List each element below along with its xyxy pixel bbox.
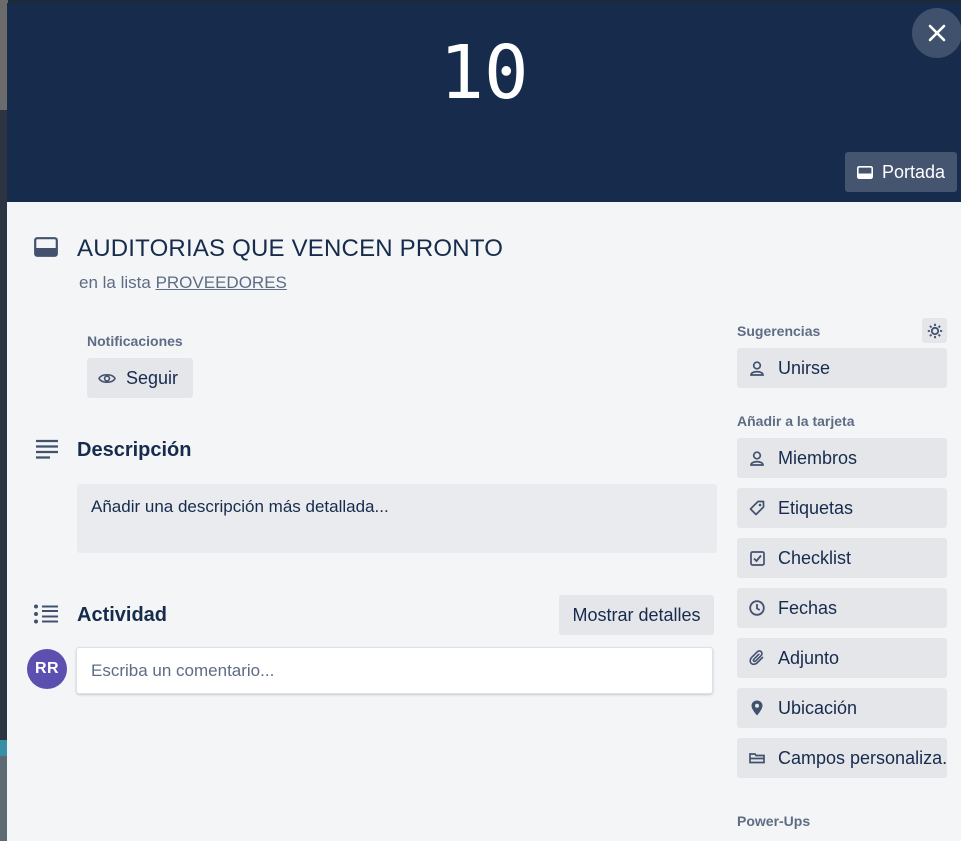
description-heading: Descripción bbox=[77, 439, 192, 461]
list-link[interactable]: PROVEEDORES bbox=[156, 273, 287, 292]
description-placeholder: Añadir una descripción más detallada... bbox=[91, 497, 389, 516]
labels-label: Etiquetas bbox=[778, 497, 854, 518]
custom-fields-button[interactable]: Campos personaliza... bbox=[737, 738, 947, 778]
custom-fields-icon bbox=[749, 752, 765, 764]
attachment-label: Adjunto bbox=[778, 647, 840, 668]
card-icon bbox=[34, 237, 58, 257]
labels-button[interactable]: Etiquetas bbox=[737, 488, 947, 528]
attachment-button[interactable]: Adjunto bbox=[737, 638, 947, 678]
join-button[interactable]: Unirse bbox=[737, 348, 947, 388]
paperclip-icon bbox=[749, 650, 765, 666]
close-icon bbox=[928, 24, 946, 42]
members-button[interactable]: Miembros bbox=[737, 438, 947, 478]
close-button[interactable] bbox=[912, 8, 961, 58]
join-button-label: Unirse bbox=[778, 357, 831, 378]
avatar[interactable]: RR bbox=[27, 649, 67, 689]
checklist-button[interactable]: Checklist bbox=[737, 538, 947, 578]
gear-icon bbox=[927, 323, 943, 339]
cover-button[interactable]: Portada bbox=[845, 152, 957, 192]
cover-button-label: Portada bbox=[882, 161, 946, 182]
clock-icon bbox=[749, 600, 765, 616]
suggestions-settings-button[interactable] bbox=[922, 318, 947, 343]
follow-button-label: Seguir bbox=[126, 367, 179, 388]
location-label: Ubicación bbox=[778, 697, 858, 718]
description-icon bbox=[35, 439, 59, 459]
checklist-label: Checklist bbox=[778, 547, 852, 568]
follow-button[interactable]: Seguir bbox=[87, 358, 193, 398]
tag-icon bbox=[749, 500, 765, 516]
description-editor[interactable]: Añadir una descripción más detallada... bbox=[77, 484, 717, 553]
card-icon bbox=[857, 165, 882, 179]
notifications-label: Notificaciones bbox=[87, 333, 183, 349]
location-pin-icon bbox=[749, 700, 765, 716]
person-icon bbox=[749, 450, 765, 466]
person-icon bbox=[749, 360, 765, 376]
list-prefix: en la lista bbox=[79, 273, 151, 292]
dates-label: Fechas bbox=[778, 597, 838, 618]
card-title[interactable]: AUDITORIAS QUE VENCEN PRONTO bbox=[77, 235, 503, 263]
add-to-card-label: Añadir a la tarjeta bbox=[737, 413, 855, 429]
card-cover: 10 Portada bbox=[7, 3, 961, 202]
custom-fields-label: Campos personaliza... bbox=[778, 747, 947, 768]
checkbox-icon bbox=[749, 550, 765, 566]
members-label: Miembros bbox=[778, 447, 858, 468]
list-reference: en la lista PROVEEDORES bbox=[79, 273, 287, 293]
card-detail-modal: 10 Portada AUDITORIAS QUE VENCEN PRONTO … bbox=[7, 3, 961, 841]
comment-input[interactable] bbox=[76, 647, 713, 694]
activity-icon bbox=[33, 604, 59, 624]
show-details-button[interactable]: Mostrar detalles bbox=[559, 595, 714, 635]
eye-icon bbox=[98, 372, 126, 385]
activity-heading: Actividad bbox=[77, 604, 168, 626]
dates-button[interactable]: Fechas bbox=[737, 588, 947, 628]
cover-text: 10 bbox=[439, 30, 529, 116]
powerups-label: Power-Ups bbox=[737, 813, 811, 829]
location-button[interactable]: Ubicación bbox=[737, 688, 947, 728]
suggestions-label: Sugerencias bbox=[737, 323, 821, 339]
